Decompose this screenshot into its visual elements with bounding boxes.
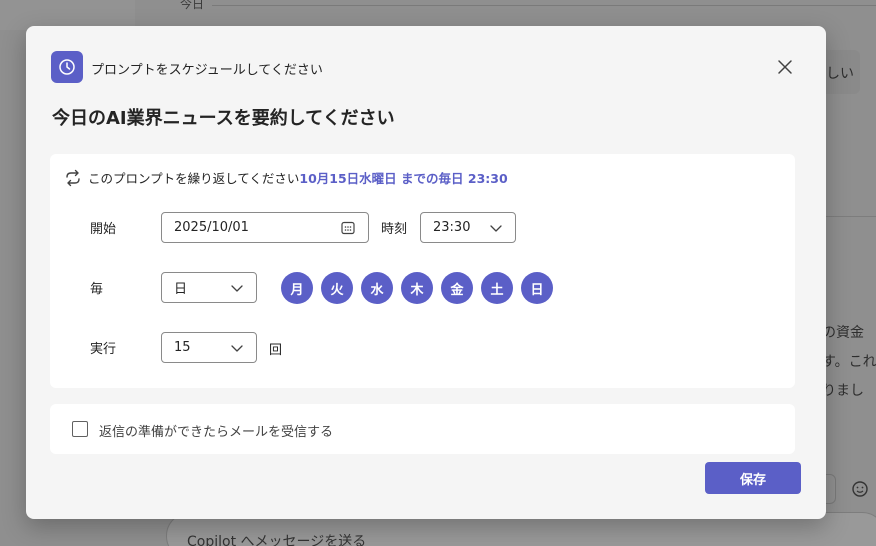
repeat-prefix-text: このプロンプトを繰り返してください — [88, 171, 300, 186]
close-button[interactable] — [774, 56, 796, 78]
time-label: 時刻 — [381, 222, 408, 237]
dialog-title: 今日のAI業界ニュースを要約してください — [52, 108, 395, 129]
clock-icon — [51, 51, 83, 83]
start-label: 開始 — [90, 222, 117, 237]
day-chip-friday[interactable]: 金 — [441, 272, 473, 304]
day-chip-saturday[interactable]: 土 — [481, 272, 513, 304]
start-date-value: 2025/10/01 — [174, 220, 249, 235]
background-date-label: 今日 — [180, 0, 205, 11]
time-value: 23:30 — [433, 220, 471, 235]
day-chip-monday[interactable]: 月 — [281, 272, 313, 304]
day-chip-thursday[interactable]: 木 — [401, 272, 433, 304]
run-count-unit: 回 — [269, 343, 283, 358]
day-chip-sunday[interactable]: 日 — [521, 272, 553, 304]
background-text: の資金 — [822, 325, 864, 341]
background-divider — [826, 216, 876, 217]
repeat-summary-row: このプロンプトを繰り返してください 10月15日水曜日 までの毎日 23:30 — [64, 168, 508, 187]
schedule-settings-panel: このプロンプトを繰り返してください 10月15日水曜日 までの毎日 23:30 … — [50, 154, 795, 388]
day-chip-wednesday[interactable]: 水 — [361, 272, 393, 304]
email-notification-label[interactable]: 返信の準備ができたらメールを受信する — [99, 421, 333, 440]
day-chip-tuesday[interactable]: 火 — [321, 272, 353, 304]
run-count-value: 15 — [174, 340, 191, 355]
save-button[interactable]: 保存 — [705, 462, 801, 494]
schedule-prompt-dialog: プロンプトをスケジュールしてください 今日のAI業界ニュースを要約してください … — [26, 26, 826, 519]
dialog-header-label: プロンプトをスケジュールしてください — [91, 63, 323, 78]
calendar-icon[interactable] — [340, 220, 356, 236]
email-notification-checkbox[interactable] — [72, 421, 88, 437]
chevron-down-icon — [231, 284, 243, 292]
background-text: す。これ — [822, 354, 876, 370]
repeat-summary-text: 10月15日水曜日 までの毎日 23:30 — [299, 171, 508, 186]
run-count-select[interactable]: 15 — [161, 332, 257, 363]
time-select[interactable]: 23:30 — [420, 212, 516, 243]
weekday-selector: 月 火 水 木 金 土 日 — [281, 272, 553, 304]
background-text: しい — [826, 66, 854, 82]
chevron-down-icon — [231, 344, 243, 352]
frequency-label: 毎 — [90, 282, 104, 297]
chevron-down-icon — [490, 224, 502, 232]
run-count-label: 実行 — [90, 342, 117, 357]
background-text: りまし — [822, 383, 864, 399]
emoji-icon — [850, 478, 870, 498]
repeat-icon — [66, 169, 80, 186]
close-icon — [778, 60, 792, 74]
notification-panel: 返信の準備ができたらメールを受信する — [50, 404, 795, 454]
frequency-select[interactable]: 日 — [161, 272, 257, 303]
frequency-value: 日 — [174, 282, 188, 297]
start-date-input[interactable]: 2025/10/01 — [161, 212, 369, 243]
background-divider — [212, 5, 876, 6]
